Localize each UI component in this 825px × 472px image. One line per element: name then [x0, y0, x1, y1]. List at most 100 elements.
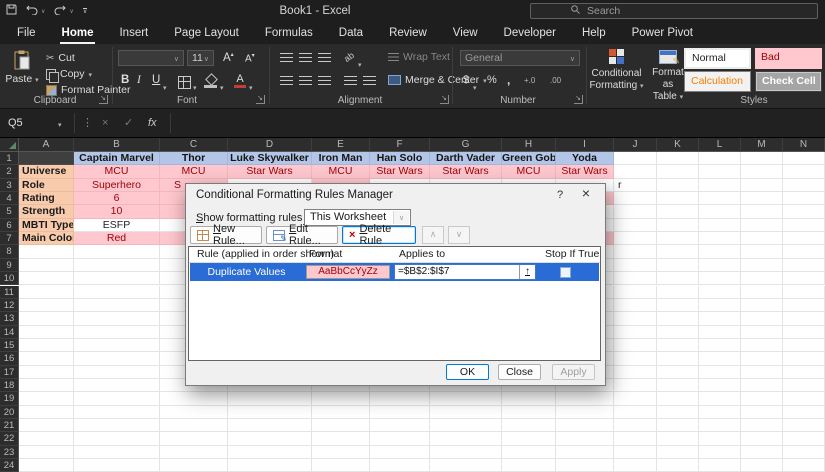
cell-E19[interactable] [312, 392, 370, 405]
column-header-M[interactable]: M [741, 138, 783, 152]
cell-B12[interactable] [74, 299, 160, 312]
cell-H23[interactable] [502, 446, 556, 459]
cell-B17[interactable] [74, 366, 160, 379]
increase-indent-icon[interactable] [363, 76, 376, 85]
row-header-2[interactable]: 2 [0, 165, 19, 178]
cell-D1[interactable]: Luke Skywalker [228, 152, 312, 165]
align-left-icon[interactable] [280, 76, 293, 85]
cell-G1[interactable]: Darth Vader [430, 152, 502, 165]
cell-G21[interactable] [430, 419, 502, 432]
cell-J10[interactable] [614, 272, 657, 285]
paste-button[interactable]: Paste [4, 48, 40, 100]
cell-D19[interactable] [228, 392, 312, 405]
tab-help[interactable]: Help [569, 22, 619, 44]
close-button[interactable]: Close [498, 364, 541, 380]
cell-J24[interactable] [614, 459, 657, 472]
cell-L6[interactable] [699, 219, 741, 232]
cell-D20[interactable] [228, 406, 312, 419]
cell-F2[interactable]: Star Wars [370, 165, 430, 178]
align-middle-icon[interactable] [299, 53, 312, 62]
cell-B7[interactable]: Red [74, 232, 160, 245]
ok-button[interactable]: OK [446, 364, 489, 380]
row-header-6[interactable]: 6 [0, 219, 19, 232]
cell-N1[interactable] [783, 152, 825, 165]
cell-C21[interactable] [160, 419, 228, 432]
cell-K22[interactable] [657, 432, 699, 445]
row-header-18[interactable]: 18 [0, 379, 19, 392]
column-header-F[interactable]: F [370, 138, 430, 152]
select-all-corner[interactable] [0, 138, 19, 152]
row-header-8[interactable]: 8 [0, 245, 19, 258]
cell-I19[interactable] [556, 392, 614, 405]
cell-L13[interactable] [699, 312, 741, 325]
cell-G20[interactable] [430, 406, 502, 419]
italic-button[interactable]: I [137, 74, 141, 86]
row-header-13[interactable]: 13 [0, 312, 19, 325]
cell-A24[interactable] [19, 459, 74, 472]
cell-N8[interactable] [783, 245, 825, 258]
cell-D23[interactable] [228, 446, 312, 459]
decrease-decimal-button[interactable]: .00 [550, 76, 561, 85]
cell-L16[interactable] [699, 352, 741, 365]
cell-F24[interactable] [370, 459, 430, 472]
row-header-9[interactable]: 9 [0, 259, 19, 272]
cell-M17[interactable] [741, 366, 783, 379]
cell-L20[interactable] [699, 406, 741, 419]
cell-M24[interactable] [741, 459, 783, 472]
column-header-G[interactable]: G [430, 138, 502, 152]
cell-J5[interactable] [614, 205, 657, 218]
increase-font-size-button[interactable]: A [223, 51, 234, 64]
increase-decimal-button[interactable]: +.0 [524, 76, 535, 85]
cell-L22[interactable] [699, 432, 741, 445]
cell-J4[interactable] [614, 192, 657, 205]
cell-N16[interactable] [783, 352, 825, 365]
cell-B20[interactable] [74, 406, 160, 419]
name-box-dropdown-icon[interactable] [58, 109, 62, 137]
cell-J1[interactable] [614, 152, 657, 165]
column-header-I[interactable]: I [556, 138, 614, 152]
cell-K21[interactable] [657, 419, 699, 432]
cell-N20[interactable] [783, 406, 825, 419]
cell-A8[interactable] [19, 245, 74, 258]
cell-B15[interactable] [74, 339, 160, 352]
redo-button[interactable] [54, 2, 66, 20]
clipboard-dialog-launcher-icon[interactable] [99, 95, 108, 104]
tab-formulas[interactable]: Formulas [252, 22, 326, 44]
cell-L15[interactable] [699, 339, 741, 352]
row-header-21[interactable]: 21 [0, 419, 19, 432]
column-header-A[interactable]: A [19, 138, 74, 152]
column-header-L[interactable]: L [699, 138, 741, 152]
percent-style-button[interactable]: % [487, 74, 497, 86]
cell-I24[interactable] [556, 459, 614, 472]
cell-B8[interactable] [74, 245, 160, 258]
align-center-icon[interactable] [299, 76, 312, 85]
cell-B10[interactable] [74, 272, 160, 285]
cell-N13[interactable] [783, 312, 825, 325]
row-header-5[interactable]: 5 [0, 205, 19, 218]
cell-L14[interactable] [699, 326, 741, 339]
row-header-11[interactable]: 11 [0, 286, 19, 299]
cell-style-normal[interactable]: Normal [684, 48, 751, 69]
cell-J2[interactable] [614, 165, 657, 178]
cell-A13[interactable] [19, 312, 74, 325]
apply-button[interactable]: Apply [552, 364, 595, 380]
column-header-K[interactable]: K [657, 138, 699, 152]
cell-B6[interactable]: ESFP [74, 219, 160, 232]
cell-J19[interactable] [614, 392, 657, 405]
cell-N3[interactable] [783, 179, 825, 192]
cell-K24[interactable] [657, 459, 699, 472]
cell-D24[interactable] [228, 459, 312, 472]
font-size-combobox[interactable]: 11 [187, 50, 214, 66]
cell-L9[interactable] [699, 259, 741, 272]
cell-L1[interactable] [699, 152, 741, 165]
currency-dropdown-icon[interactable] [473, 77, 477, 95]
cell-C23[interactable] [160, 446, 228, 459]
tab-data[interactable]: Data [326, 22, 376, 44]
cut-button[interactable]: Cut [46, 51, 75, 65]
cell-N15[interactable] [783, 339, 825, 352]
cell-M23[interactable] [741, 446, 783, 459]
new-rule-button[interactable]: New Rule... [190, 226, 262, 244]
cell-J17[interactable] [614, 366, 657, 379]
cell-K15[interactable] [657, 339, 699, 352]
save-icon[interactable] [6, 2, 17, 20]
